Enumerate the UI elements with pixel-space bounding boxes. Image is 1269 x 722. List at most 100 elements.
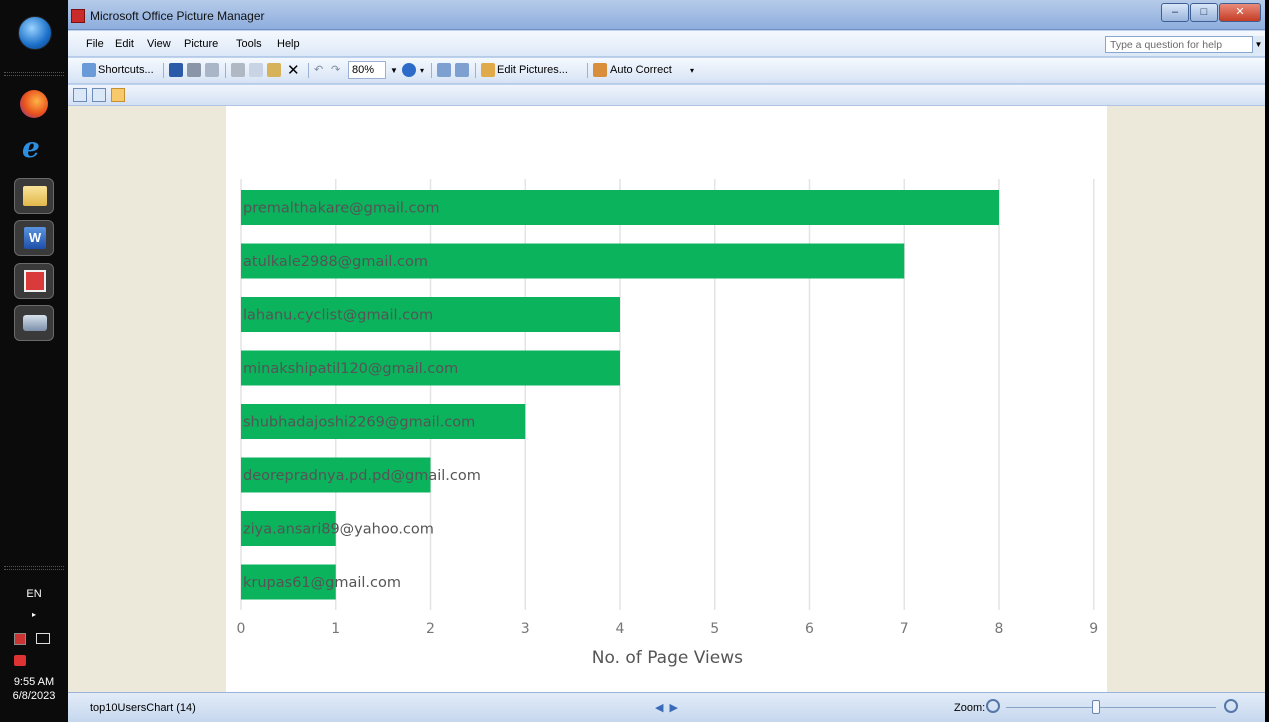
x-tick-label: 9 [1089, 621, 1098, 637]
cut-icon[interactable] [231, 63, 245, 77]
window-title: Microsoft Office Picture Manager [90, 9, 265, 23]
toolbar-separator [163, 63, 164, 78]
toolbar-more-icon[interactable]: ▾ [690, 62, 694, 79]
language-indicator[interactable]: EN [0, 588, 68, 600]
print-icon[interactable] [187, 63, 201, 77]
close-button[interactable]: ✕ [1219, 3, 1261, 22]
picture-frame: premalthakare@gmail.com atulkale2988@gmai… [226, 106, 1107, 692]
x-axis-label: No. of Page Views [592, 648, 743, 668]
copy-icon[interactable] [249, 63, 263, 77]
menu-tools[interactable]: Tools [236, 38, 262, 50]
x-tick-label: 0 [237, 621, 246, 637]
minimize-button[interactable]: – [1161, 3, 1189, 22]
edit-pictures-icon[interactable] [481, 63, 495, 77]
toolbar-options-icon[interactable]: ▾ [420, 62, 424, 79]
auto-correct-icon[interactable] [593, 63, 607, 77]
taskbar-grip [4, 566, 64, 570]
firefox-icon[interactable] [20, 90, 48, 118]
bar-label: atulkale2988@gmail.com [243, 254, 428, 270]
menu-edit[interactable]: Edit [115, 38, 134, 50]
word-icon[interactable]: W [14, 220, 54, 256]
taskbar-grip [4, 72, 64, 76]
help-dropdown-icon[interactable]: ▼ [1253, 36, 1264, 53]
picture-canvas: premalthakare@gmail.com atulkale2988@gmai… [68, 106, 1265, 692]
edit-pictures-button[interactable]: Edit Pictures... [497, 62, 568, 79]
volume-icon[interactable] [14, 655, 26, 666]
menu-bar: File Edit View Picture Tools Help Type a… [68, 31, 1265, 57]
bar-label: ziya.ansari89@yahoo.com [243, 522, 434, 538]
shortcuts-icon[interactable] [82, 63, 96, 77]
zoom-combo[interactable]: 80% [348, 61, 386, 79]
paste-icon[interactable] [267, 63, 281, 77]
internet-explorer-icon[interactable]: e [18, 131, 50, 164]
toolbar-separator [431, 63, 432, 78]
toolbar-separator [475, 63, 476, 78]
x-tick-label: 1 [331, 621, 340, 637]
redo-icon[interactable]: ↷ [331, 62, 340, 79]
picture-manager-window: Microsoft Office Picture Manager – □ ✕ F… [68, 0, 1265, 722]
display-icon[interactable] [36, 633, 50, 644]
help-search-input[interactable]: Type a question for help [1105, 36, 1253, 53]
x-tick-label: 6 [805, 621, 814, 637]
delete-icon[interactable]: ✕ [287, 62, 300, 79]
view-toolbar [68, 85, 1265, 106]
title-bar[interactable]: Microsoft Office Picture Manager – □ ✕ [68, 0, 1265, 30]
x-tick-label: 4 [616, 621, 625, 637]
menu-file[interactable]: File [86, 38, 104, 50]
zoom-slider-thumb[interactable] [1092, 700, 1100, 714]
auto-correct-button[interactable]: Auto Correct [610, 62, 672, 79]
menu-view[interactable]: View [147, 38, 171, 50]
clock-time[interactable]: 9:55 AM [0, 676, 68, 688]
undo-icon[interactable]: ↶ [314, 62, 323, 79]
scanner-icon[interactable] [14, 305, 54, 341]
app-icon[interactable] [71, 9, 85, 23]
taskbar: e W EN ▸ 9:55 AM 6/8/2023 [0, 0, 68, 722]
picture-navigation: ◀▶ [655, 701, 684, 714]
file-name-label: top10UsersChart (14) [90, 702, 196, 714]
bar-label: lahanu.cyclist@gmail.com [243, 308, 433, 324]
x-tick-label: 5 [710, 621, 719, 637]
zoom-help-icon[interactable] [402, 63, 416, 77]
x-tick-label: 3 [521, 621, 530, 637]
network-icon[interactable] [14, 633, 26, 645]
screen: e W EN ▸ 9:55 AM 6/8/2023 Microsoft Offi… [0, 0, 1269, 722]
svg-text:e: e [22, 132, 40, 162]
zoom-slider-track[interactable] [1006, 707, 1216, 708]
next-picture-icon[interactable]: ▶ [669, 702, 683, 714]
chart-svg: premalthakare@gmail.com atulkale2988@gmai… [237, 179, 1098, 668]
shortcuts-button[interactable]: Shortcuts... [98, 62, 154, 79]
x-tick-label: 2 [426, 621, 435, 637]
x-tick-label: 7 [900, 621, 909, 637]
clock-date[interactable]: 6/8/2023 [0, 690, 68, 702]
x-tick-label: 8 [995, 621, 1004, 637]
single-picture-view-icon[interactable] [111, 88, 125, 102]
standard-toolbar: Shortcuts... ✕ ↶ ↷ 80% ▼ ▾ Edit Pictures… [68, 58, 1265, 84]
window-controls: – □ ✕ [1161, 3, 1261, 22]
toolbar-separator [587, 63, 588, 78]
toolbar-separator [308, 63, 309, 78]
menu-picture[interactable]: Picture [184, 38, 218, 50]
tray-expand-icon[interactable]: ▸ [0, 610, 68, 619]
previous-picture-icon[interactable]: ◀ [655, 702, 669, 714]
rotate-right-icon[interactable] [455, 63, 469, 77]
start-orb-icon[interactable] [18, 16, 52, 50]
thumbnail-view-icon[interactable] [73, 88, 87, 102]
file-explorer-icon[interactable] [14, 178, 54, 214]
bar-label: shubhadajoshi2269@gmail.com [243, 415, 475, 431]
zoom-out-icon[interactable] [986, 699, 1000, 713]
bar-label: premalthakare@gmail.com [243, 201, 440, 217]
email-icon[interactable] [205, 63, 219, 77]
picture-manager-icon[interactable] [14, 263, 54, 299]
zoom-label: Zoom: [954, 702, 986, 714]
filmstrip-view-icon[interactable] [92, 88, 106, 102]
bar-label: deorepradnya.pd.pd@gmail.com [243, 468, 481, 484]
zoom-in-icon[interactable] [1224, 699, 1238, 713]
status-bar: top10UsersChart (14) ◀▶ Zoom: [68, 692, 1265, 722]
bar-label: krupas61@gmail.com [243, 575, 401, 591]
zoom-dropdown-icon[interactable]: ▼ [390, 62, 398, 79]
rotate-left-icon[interactable] [437, 63, 451, 77]
toolbar-separator [225, 63, 226, 78]
menu-help[interactable]: Help [277, 38, 300, 50]
save-icon[interactable] [169, 63, 183, 77]
maximize-button[interactable]: □ [1190, 3, 1218, 22]
